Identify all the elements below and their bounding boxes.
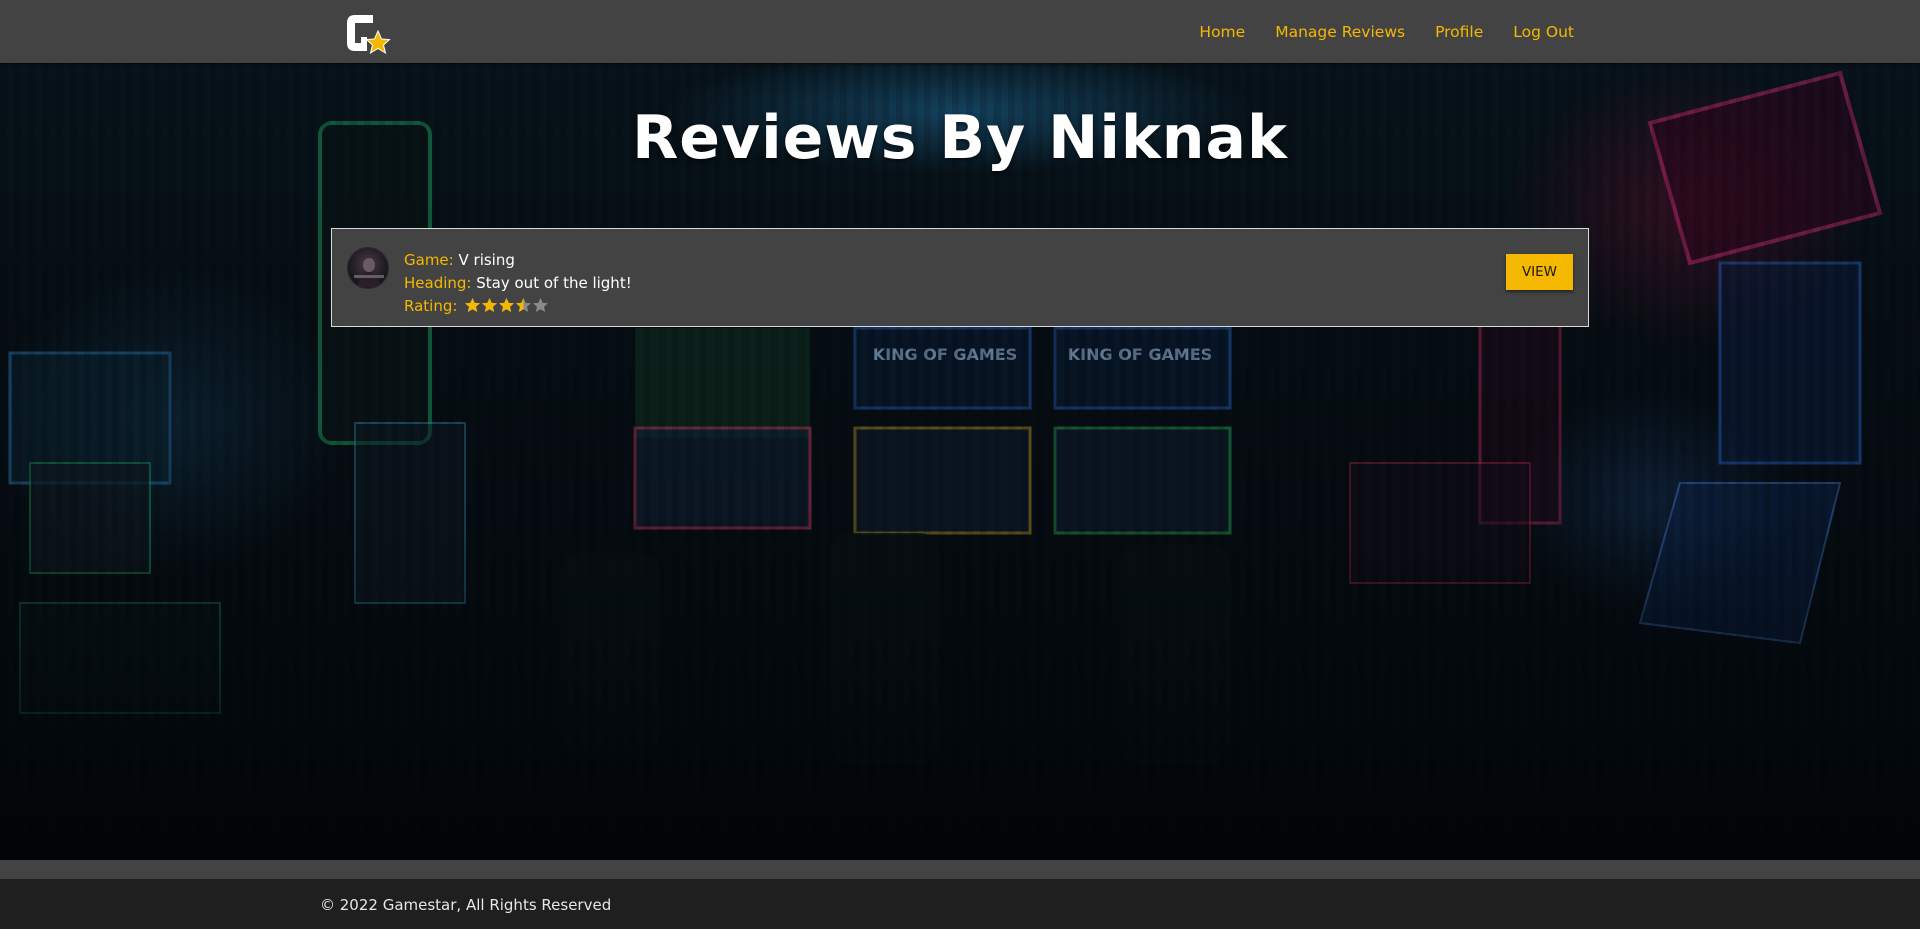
game-avatar: [347, 247, 389, 289]
review-card: Game: V rising Heading: Stay out of the …: [331, 228, 1589, 327]
review-game-row: Game: V rising: [404, 249, 632, 272]
copyright-text: © 2022 Gamestar, All Rights Reserved: [320, 896, 612, 914]
rating-label: Rating:: [404, 297, 458, 315]
arcade-background-image: KING OF GAMES KING OF GAMES: [0, 63, 1920, 860]
nav-home-link[interactable]: Home: [1199, 23, 1245, 41]
heading-value: Stay out of the light!: [476, 274, 632, 292]
footer-divider: [0, 860, 1920, 879]
footer: © 2022 Gamestar, All Rights Reserved: [0, 879, 1920, 929]
nav-profile-link[interactable]: Profile: [1435, 23, 1483, 41]
nav-manage-reviews-link[interactable]: Manage Reviews: [1275, 23, 1405, 41]
hero-section: KING OF GAMES KING OF GAMES Reviews By N…: [0, 63, 1920, 860]
view-review-button[interactable]: VIEW: [1506, 254, 1573, 290]
nav-logout-link[interactable]: Log Out: [1513, 23, 1574, 41]
gamestar-logo-icon[interactable]: [343, 11, 391, 55]
review-rating-row: Rating:: [404, 295, 632, 318]
star-icon: [465, 298, 481, 312]
nav-links: Home Manage Reviews Profile Log Out: [1199, 0, 1574, 63]
star-icon: [516, 298, 532, 312]
page-title: Reviews By Niknak: [632, 103, 1288, 173]
game-thumbnail-icon: [354, 258, 384, 288]
rating-stars: [464, 297, 549, 313]
star-icon: [533, 298, 549, 312]
review-info: Game: V rising Heading: Stay out of the …: [404, 249, 632, 318]
review-heading-row: Heading: Stay out of the light!: [404, 272, 632, 295]
star-icon: [482, 298, 498, 312]
game-label: Game:: [404, 251, 454, 269]
game-value: V rising: [458, 251, 515, 269]
star-icon: [499, 298, 515, 312]
heading-label: Heading:: [404, 274, 472, 292]
navbar: Home Manage Reviews Profile Log Out: [0, 0, 1920, 63]
